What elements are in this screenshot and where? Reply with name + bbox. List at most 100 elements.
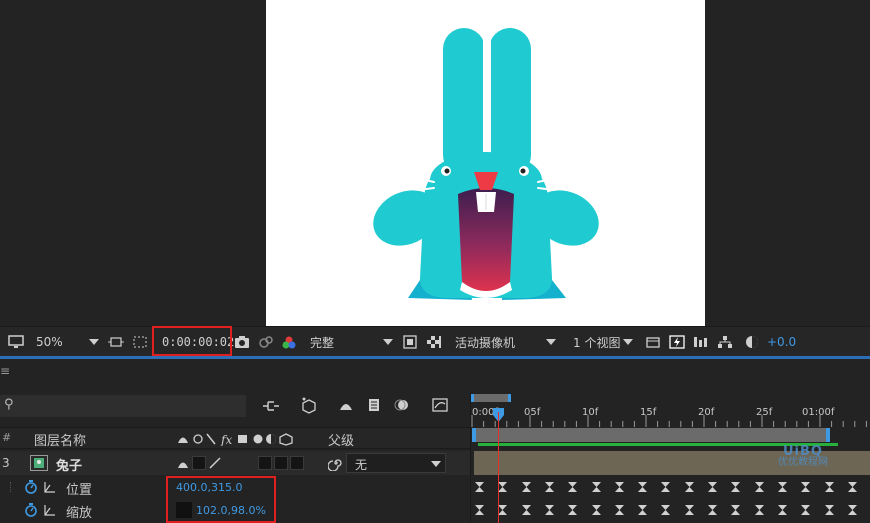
ruler-label: 01:00f xyxy=(802,407,835,418)
panel-menu-icon[interactable]: ≡ xyxy=(0,364,10,378)
work-area-bar[interactable] xyxy=(472,428,830,442)
keyframe-icon[interactable] xyxy=(777,505,787,515)
checkerboard-icon[interactable] xyxy=(426,327,442,357)
adjustment-switch[interactable] xyxy=(290,456,304,470)
show-snapshot-icon[interactable] xyxy=(258,327,274,357)
color-channels-icon[interactable] xyxy=(281,327,297,357)
work-area-end-handle[interactable] xyxy=(826,428,830,442)
keyframe-icon[interactable] xyxy=(847,482,857,492)
resolution-value: 完整 xyxy=(310,335,335,350)
camera-view-caret-icon[interactable] xyxy=(546,327,556,357)
keyframe-icon[interactable] xyxy=(754,505,764,515)
layer-index: 3 xyxy=(2,456,10,470)
keyframe-icon[interactable] xyxy=(731,482,741,492)
watermark-line2: 优优教程网 xyxy=(778,457,828,468)
parent-column-header[interactable]: 父级 xyxy=(328,430,354,449)
snapshot-camera-icon[interactable] xyxy=(234,327,250,357)
keyframe-icon[interactable] xyxy=(684,482,694,492)
layer-name[interactable]: 兔子 xyxy=(56,455,82,474)
keyframe-icon[interactable] xyxy=(544,505,554,515)
collapse-switch[interactable] xyxy=(192,456,206,470)
layer-row-bunny[interactable]: 3 兔子 无 xyxy=(0,451,470,475)
layer-name-column-header[interactable]: 图层名称 xyxy=(34,430,86,449)
ruler-label: 20f xyxy=(698,407,715,418)
parent-dropdown[interactable]: 无 xyxy=(346,453,446,473)
keyframe-icon[interactable] xyxy=(661,505,671,515)
flowchart-icon[interactable] xyxy=(717,327,733,357)
property-name: 位置 xyxy=(66,483,93,498)
transparency-grid-icon[interactable] xyxy=(132,327,148,357)
keyframe-icon[interactable] xyxy=(824,505,834,515)
timeline-panel-icon[interactable] xyxy=(693,327,709,357)
keyframe-icon[interactable] xyxy=(544,482,554,492)
keyframe-icon[interactable] xyxy=(684,505,694,515)
value-highlight-box xyxy=(166,476,276,523)
exposure-number: +0.0 xyxy=(767,335,797,349)
keyframe-icon[interactable] xyxy=(498,505,508,515)
graph-toggle-icon[interactable] xyxy=(44,504,56,519)
keyframe-icon[interactable] xyxy=(731,505,741,515)
keyframe-icon[interactable] xyxy=(801,482,811,492)
layer-thumbnail-icon xyxy=(30,455,48,471)
search-icon: ⚲ xyxy=(4,397,14,412)
layer-search-input[interactable]: ⚲ xyxy=(0,395,246,417)
draft-3d-icon[interactable] xyxy=(300,396,318,417)
keyframe-icon[interactable] xyxy=(568,482,578,492)
view-layout-dropdown[interactable]: 1 个视图 xyxy=(573,327,634,357)
graph-toggle-icon[interactable] xyxy=(44,481,56,496)
pixel-aspect-icon[interactable] xyxy=(645,327,661,357)
composition-canvas[interactable] xyxy=(266,0,705,326)
quality-switch-icon[interactable] xyxy=(208,456,222,473)
keyframe-icon[interactable] xyxy=(777,482,787,492)
stopwatch-icon[interactable] xyxy=(24,480,38,497)
region-of-interest-icon[interactable] xyxy=(108,327,124,357)
keyframe-icon[interactable] xyxy=(638,505,648,515)
keyframe-icon[interactable] xyxy=(614,505,624,515)
keyframe-icon[interactable] xyxy=(847,505,857,515)
keyframe-icon[interactable] xyxy=(475,482,484,492)
frame-blending-icon[interactable] xyxy=(366,398,382,415)
keyframe-icon[interactable] xyxy=(708,482,717,492)
stopwatch-icon[interactable] xyxy=(24,503,38,520)
magnification-dropdown[interactable]: 50% xyxy=(36,327,63,357)
motion-blur-icon[interactable] xyxy=(394,398,410,415)
monitor-icon[interactable] xyxy=(8,327,24,357)
keyframe-icon[interactable] xyxy=(801,505,811,515)
keyframe-icon[interactable] xyxy=(754,482,764,492)
keyframe-icon[interactable] xyxy=(521,505,531,515)
keyframe-icon[interactable] xyxy=(568,505,578,515)
keyframe-icon[interactable] xyxy=(614,482,624,492)
bunny-artwork xyxy=(373,28,599,300)
exposure-reset-icon[interactable] xyxy=(744,327,760,357)
motion-blur-switch[interactable] xyxy=(274,456,288,470)
keyframe-icon[interactable] xyxy=(824,482,834,492)
effect-switch[interactable] xyxy=(258,456,272,470)
watermark-line1: UiBQ xyxy=(783,444,823,459)
work-area-start-handle[interactable] xyxy=(472,428,476,442)
fast-preview-icon[interactable] xyxy=(402,327,418,357)
shy-switch-icon[interactable] xyxy=(176,456,190,473)
shy-layers-icon[interactable] xyxy=(338,398,354,415)
keyframe-icon[interactable] xyxy=(475,505,484,515)
hash-column-header: # xyxy=(2,431,12,444)
keyframe-icon[interactable] xyxy=(521,482,531,492)
composition-flowchart-icon[interactable] xyxy=(262,399,280,416)
camera-view-dropdown[interactable]: 活动摄像机 xyxy=(455,327,515,357)
keyframe-icon[interactable] xyxy=(661,482,671,492)
pick-whip-icon[interactable] xyxy=(327,455,344,474)
parent-dropdown-caret-icon xyxy=(431,461,441,467)
keyframe-icon[interactable] xyxy=(638,482,648,492)
keyframe-icon[interactable] xyxy=(498,482,508,492)
keyframe-icon[interactable] xyxy=(708,505,717,515)
time-navigator[interactable] xyxy=(471,394,511,402)
fast-draft-icon[interactable] xyxy=(669,327,685,357)
composition-viewer[interactable] xyxy=(0,0,870,326)
keyframe-icon[interactable] xyxy=(591,505,601,515)
resolution-dropdown[interactable]: 完整 xyxy=(310,327,334,357)
magnification-caret-icon[interactable] xyxy=(89,327,99,357)
graph-editor-icon[interactable] xyxy=(432,398,448,415)
exposure-value[interactable]: +0.0 xyxy=(767,327,796,357)
keyframe-icon[interactable] xyxy=(591,482,601,492)
ruler-label: 15f xyxy=(640,407,657,418)
resolution-caret-icon[interactable] xyxy=(383,327,393,357)
